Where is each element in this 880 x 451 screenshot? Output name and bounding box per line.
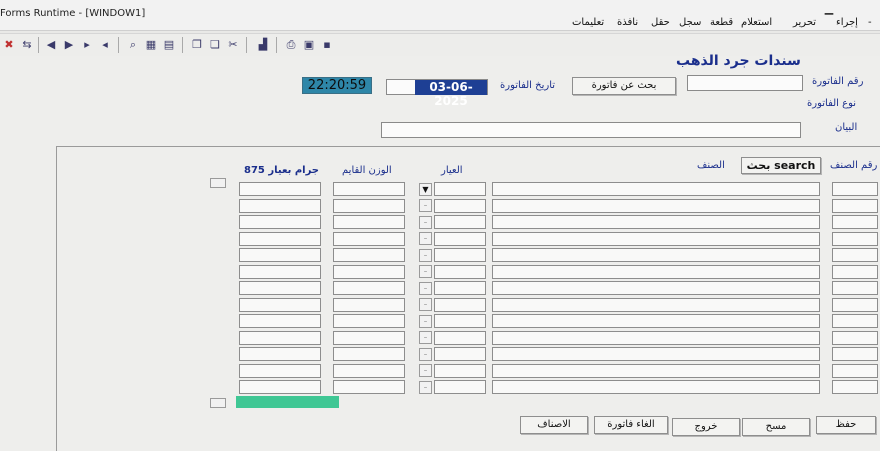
karat-cell[interactable]	[434, 314, 486, 328]
karat-cell[interactable]	[434, 264, 486, 279]
item-name-cell[interactable]	[492, 215, 820, 229]
old-weight-cell[interactable]	[333, 264, 405, 279]
chevron-down-icon[interactable]: –	[419, 248, 432, 262]
old-weight-cell[interactable]	[333, 363, 405, 378]
karat-cell[interactable]	[434, 347, 486, 361]
item-name-cell[interactable]	[492, 363, 820, 378]
grams-875-cell[interactable]	[239, 281, 321, 295]
grams-875-cell[interactable]	[239, 198, 321, 213]
item-name-cell[interactable]	[492, 231, 820, 246]
item-name-cell[interactable]	[492, 347, 820, 361]
old-weight-cell[interactable]	[333, 314, 405, 328]
grams-875-cell[interactable]	[239, 297, 321, 312]
scroll-down-button[interactable]	[210, 398, 226, 408]
grams-875-cell[interactable]	[239, 264, 321, 279]
item-number-cell[interactable]	[832, 297, 878, 312]
grams-875-cell[interactable]	[239, 363, 321, 378]
item-name-cell[interactable]	[492, 314, 820, 328]
karat-cell[interactable]	[434, 215, 486, 229]
old-weight-cell[interactable]	[333, 182, 405, 196]
item-number-cell[interactable]	[832, 264, 878, 279]
grams-875-cell[interactable]	[239, 248, 321, 262]
chevron-down-icon[interactable]: –	[419, 331, 432, 344]
chevron-down-icon[interactable]: –	[419, 380, 432, 394]
item-number-cell[interactable]	[832, 330, 878, 345]
old-weight-cell[interactable]	[333, 347, 405, 361]
item-name-cell[interactable]	[492, 248, 820, 262]
karat-cell[interactable]	[434, 363, 486, 378]
grams-875-cell[interactable]	[239, 314, 321, 328]
old-weight-cell[interactable]	[333, 248, 405, 262]
chevron-down-icon[interactable]: –	[419, 199, 432, 212]
chevron-down-icon[interactable]: –	[419, 215, 432, 229]
karat-cell[interactable]	[434, 182, 486, 196]
grams-875-cell[interactable]	[239, 231, 321, 246]
chevron-down-icon[interactable]: –	[419, 265, 432, 278]
item-name-cell[interactable]	[492, 297, 820, 312]
chevron-down-icon[interactable]: –	[419, 298, 432, 311]
karat-cell[interactable]	[434, 231, 486, 246]
item-number-cell[interactable]	[832, 347, 878, 361]
chevron-down-icon[interactable]: –	[419, 314, 432, 328]
grams-875-cell[interactable]	[239, 347, 321, 361]
item-number-cell[interactable]	[832, 380, 878, 394]
chevron-down-icon[interactable]: ▼	[419, 182, 432, 196]
old-weight-cell[interactable]	[333, 330, 405, 345]
item-name-cell[interactable]	[492, 281, 820, 295]
exit-button[interactable]: خروج	[672, 418, 740, 436]
item-number-cell[interactable]	[832, 363, 878, 378]
clear-button[interactable]: مسح	[742, 418, 810, 436]
chevron-down-icon[interactable]: –	[419, 347, 432, 361]
chevron-down-icon[interactable]: –	[419, 232, 432, 245]
item-number-cell[interactable]	[832, 198, 878, 213]
grams-875-cell[interactable]	[239, 182, 321, 196]
karat-cell[interactable]	[434, 281, 486, 295]
items-button[interactable]: الاصناف	[520, 416, 588, 434]
save-button[interactable]: حفظ	[816, 416, 876, 434]
item-number-cell[interactable]	[832, 314, 878, 328]
item-name-cell[interactable]	[492, 198, 820, 213]
old-weight-cell[interactable]	[333, 215, 405, 229]
item-number-cell[interactable]	[832, 281, 878, 295]
item-name-cell[interactable]	[492, 380, 820, 394]
total-grams-field	[236, 396, 339, 408]
items-grid: ▼ – – – – – – – – – – – –	[0, 0, 880, 451]
cancel-invoice-button[interactable]: الغاء فاتورة	[594, 416, 668, 434]
old-weight-cell[interactable]	[333, 297, 405, 312]
chevron-down-icon[interactable]: –	[419, 364, 432, 377]
old-weight-cell[interactable]	[333, 281, 405, 295]
karat-cell[interactable]	[434, 330, 486, 345]
old-weight-cell[interactable]	[333, 231, 405, 246]
item-name-cell[interactable]	[492, 182, 820, 196]
karat-cell[interactable]	[434, 198, 486, 213]
grams-875-cell[interactable]	[239, 215, 321, 229]
chevron-down-icon[interactable]: –	[419, 281, 432, 295]
grams-875-cell[interactable]	[239, 380, 321, 394]
old-weight-cell[interactable]	[333, 198, 405, 213]
item-number-cell[interactable]	[832, 215, 878, 229]
karat-cell[interactable]	[434, 380, 486, 394]
item-number-cell[interactable]	[832, 182, 878, 196]
karat-cell[interactable]	[434, 297, 486, 312]
item-name-cell[interactable]	[492, 264, 820, 279]
item-number-cell[interactable]	[832, 231, 878, 246]
old-weight-cell[interactable]	[333, 380, 405, 394]
item-number-cell[interactable]	[832, 248, 878, 262]
grams-875-cell[interactable]	[239, 330, 321, 345]
item-name-cell[interactable]	[492, 330, 820, 345]
karat-cell[interactable]	[434, 248, 486, 262]
